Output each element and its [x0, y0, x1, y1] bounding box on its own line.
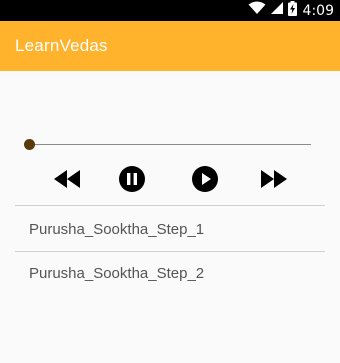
fast-forward-button[interactable]: [259, 166, 289, 196]
seek-bar-thumb[interactable]: [24, 139, 35, 150]
track-label: Purusha_Sooktha_Step_2: [29, 265, 205, 282]
track-label: Purusha_Sooktha_Step_1: [29, 221, 205, 238]
pause-button[interactable]: [117, 165, 147, 198]
player-divider: [15, 205, 325, 206]
status-time: 4:09: [302, 2, 334, 19]
rewind-icon: [54, 169, 80, 193]
pause-icon: [118, 165, 146, 198]
track-list-item[interactable]: Purusha_Sooktha_Step_1: [15, 208, 325, 252]
player-controls: [0, 165, 340, 198]
rewind-button[interactable]: [52, 166, 82, 196]
track-list-item[interactable]: Purusha_Sooktha_Step_2: [15, 252, 325, 296]
status-bar: 4:09: [0, 0, 340, 21]
play-icon: [191, 165, 219, 198]
fast-forward-icon: [261, 169, 287, 193]
wifi-icon: [248, 1, 266, 20]
play-button[interactable]: [190, 165, 220, 198]
seek-bar-track[interactable]: [28, 144, 311, 145]
app-title: LearnVedas: [15, 36, 108, 55]
battery-charging-icon: [287, 0, 297, 21]
app-bar: LearnVedas: [0, 21, 340, 71]
signal-icon: [270, 1, 284, 20]
status-icons: 4:09: [248, 0, 334, 21]
